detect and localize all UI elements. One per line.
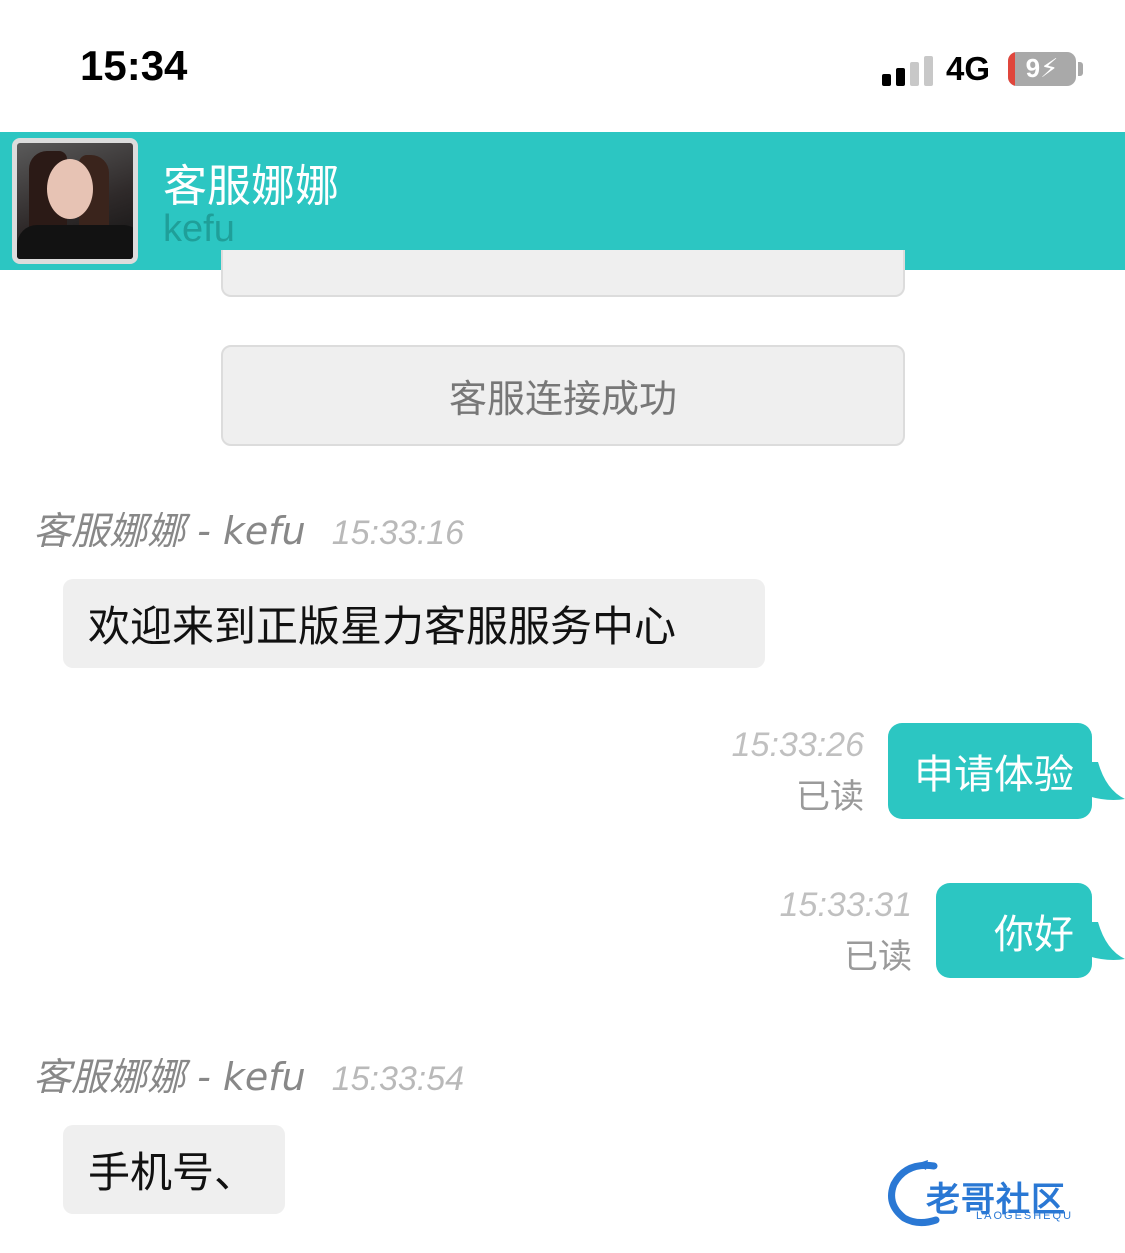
read-status: 已读	[844, 937, 912, 977]
status-time: 15:34	[80, 42, 188, 89]
bubble-tail	[1088, 762, 1125, 800]
bubble-tail	[1088, 922, 1125, 960]
watermark-subtitle: LAOGESHEQU	[976, 1210, 1074, 1222]
contact-name: 客服娜娜	[163, 161, 339, 212]
message-meta: 15:33:31 已读	[748, 886, 912, 978]
battery-level: 9	[1025, 53, 1041, 83]
message-meta: 15:33:26 已读	[700, 726, 864, 818]
battery-cap	[1078, 62, 1083, 76]
message-time: 15:33:54	[331, 1060, 465, 1098]
outgoing-bubble[interactable]: 申请体验	[888, 723, 1092, 819]
avatar[interactable]	[12, 138, 138, 264]
message-time: 15:33:31	[779, 886, 912, 924]
system-message: 客服连接成功	[221, 345, 905, 446]
message-meta: 客服娜娜 - kefu 15:33:54	[33, 1046, 464, 1101]
incoming-bubble[interactable]: 欢迎来到正版星力客服服务中心	[63, 579, 765, 668]
read-status: 已读	[796, 777, 864, 817]
message-time: 15:33:16	[331, 514, 465, 552]
message-time: 15:33:26	[731, 726, 864, 764]
message-meta: 客服娜娜 - kefu 15:33:16	[33, 500, 464, 555]
incoming-bubble[interactable]: 手机号、	[63, 1125, 285, 1214]
sender-name: 客服娜娜 - kefu	[33, 1055, 306, 1099]
network-type: 4G	[946, 50, 991, 87]
previous-system-card	[221, 250, 905, 297]
signal-icon	[882, 54, 934, 86]
status-bar: 15:34 4G 9⚡	[0, 0, 1125, 132]
charging-icon: ⚡	[1040, 53, 1059, 83]
sender-name: 客服娜娜 - kefu	[33, 509, 306, 553]
watermark-logo: 老哥社区 LAOGESHEQU	[886, 1158, 1116, 1228]
battery-icon: 9⚡	[1008, 52, 1076, 86]
contact-id: kefu	[163, 208, 235, 250]
outgoing-bubble[interactable]: 你好	[936, 883, 1092, 978]
